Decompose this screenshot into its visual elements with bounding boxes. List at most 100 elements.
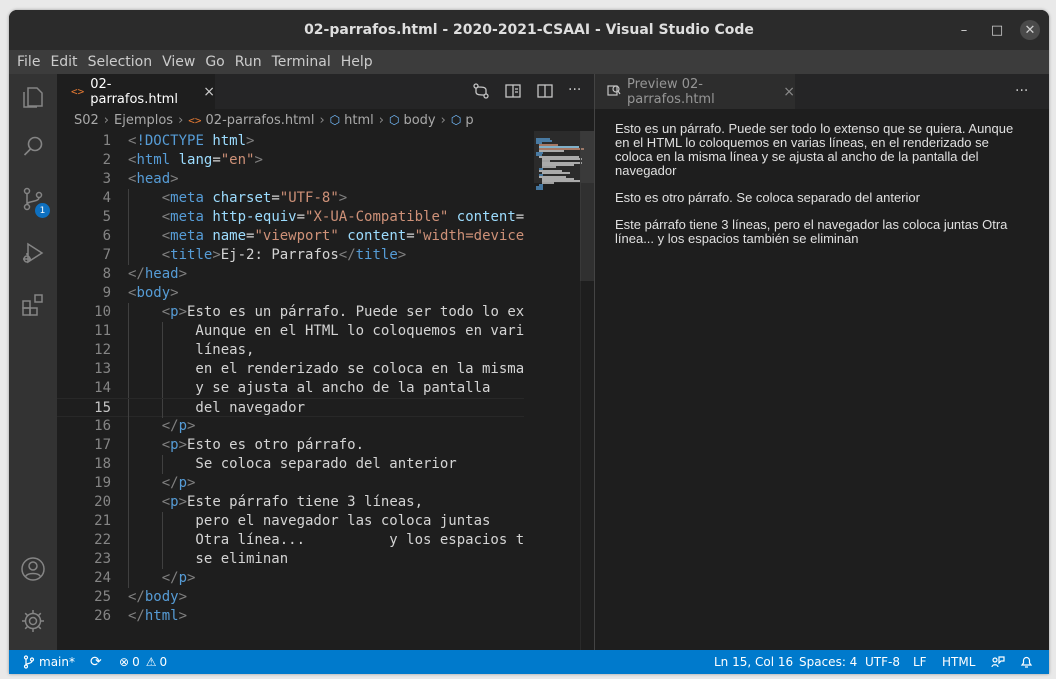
line-number: 4 (102, 190, 111, 206)
code-line[interactable]: 4 <meta charset="UTF-8"> (57, 189, 524, 208)
code-line[interactable]: 21 pero el navegador las coloca juntas (57, 512, 524, 531)
more-actions-icon[interactable]: ··· (1015, 83, 1028, 99)
close-window-button[interactable]: ✕ (1020, 20, 1040, 40)
code-text: <body> (128, 285, 179, 301)
code-line[interactable]: 14 y se ajusta al ancho de la pantalla (57, 379, 524, 398)
more-actions-icon[interactable]: ··· (568, 82, 586, 100)
line-number: 15 (94, 400, 111, 416)
editor-scrollbar-thumb[interactable] (580, 131, 594, 281)
code-text: <meta http-equiv="X-UA-Compatible" conte… (161, 209, 524, 225)
breadcrumb-p[interactable]: p (465, 113, 473, 128)
line-number: 5 (102, 209, 111, 225)
code-text: <p>Esto es otro párrafo. (161, 437, 365, 453)
open-preview-icon[interactable] (504, 82, 522, 100)
symbol-icon: ⬡ (388, 113, 400, 127)
code-line[interactable]: 16 </p> (57, 417, 524, 436)
breadcrumb-ejemplos[interactable]: Ejemplos (114, 113, 173, 128)
code-line[interactable]: 17 <p>Esto es otro párrafo. (57, 436, 524, 455)
breadcrumb-file[interactable]: 02-parrafos.html (206, 113, 315, 128)
code-text: <p>Esto es un párrafo. Puede ser todo lo… (161, 304, 524, 320)
split-editor-icon[interactable] (536, 82, 554, 100)
feedback-icon[interactable] (991, 650, 1009, 674)
line-number: 22 (94, 532, 111, 548)
line-number: 18 (94, 456, 111, 472)
code-text: </p> (161, 418, 196, 434)
code-line[interactable]: 9 <body> (57, 284, 524, 303)
tab-label: Preview 02-parrafos.html (627, 76, 715, 107)
code-line[interactable]: 10 <p>Esto es un párrafo. Puede ser todo… (57, 303, 524, 322)
code-line[interactable]: 7 <title>Ej-2: Parrafos</title> (57, 246, 524, 265)
code-line[interactable]: 25 </body> (57, 588, 524, 607)
code-line[interactable]: 15 del navegador (57, 398, 524, 418)
maximize-button[interactable]: □ (987, 20, 1007, 40)
window-title: 02-parrafos.html - 2020-2021-CSAAI - Vis… (304, 22, 754, 38)
problems-indicator[interactable]: ⊗ 0 ⚠ 0 (119, 650, 167, 674)
search-icon[interactable] (20, 134, 46, 160)
end-of-line[interactable]: LF (913, 650, 927, 674)
indentation[interactable]: Spaces: 4 (799, 650, 857, 674)
close-tab-icon[interactable]: × (203, 84, 215, 100)
menu-help[interactable]: Help (336, 54, 378, 70)
menu-view[interactable]: View (157, 54, 200, 70)
code-line[interactable]: 1 <!DOCTYPE html> (57, 132, 524, 151)
breadcrumb-body[interactable]: body (403, 113, 435, 128)
notifications-bell-icon[interactable] (1020, 650, 1037, 674)
code-line[interactable]: 18 Se coloca separado del anterior (57, 455, 524, 474)
sync-icon[interactable]: ⟳ (90, 650, 102, 674)
minimize-button[interactable]: – (954, 20, 974, 40)
code-line[interactable]: 22 Otra línea... y los espacios t (57, 531, 524, 550)
account-icon[interactable] (20, 556, 46, 582)
breadcrumb-html[interactable]: html (344, 113, 374, 128)
menu-edit[interactable]: Edit (45, 54, 82, 70)
line-number: 2 (102, 152, 111, 168)
line-number: 11 (94, 323, 111, 339)
menu-selection[interactable]: Selection (83, 54, 158, 70)
tab-preview[interactable]: Preview 02-parrafos.html × (595, 74, 795, 109)
code-line[interactable]: 11 Aunque en el HTML lo coloquemos en va… (57, 322, 524, 341)
code-line[interactable]: 19 </p> (57, 474, 524, 493)
code-text: <meta charset="UTF-8"> (161, 190, 348, 206)
menu-run[interactable]: Run (230, 54, 267, 70)
code-line[interactable]: 6 <meta name="viewport" content="width=d… (57, 227, 524, 246)
explorer-icon[interactable] (20, 84, 46, 110)
branch-indicator[interactable]: main* (23, 650, 75, 674)
code-line[interactable]: 3 <head> (57, 170, 524, 189)
warning-icon: ⚠ (145, 655, 157, 669)
code-line[interactable]: 24 </p> (57, 569, 524, 588)
line-number: 8 (102, 266, 111, 282)
code-line[interactable]: 8 </head> (57, 265, 524, 284)
language-mode[interactable]: HTML (942, 650, 975, 674)
code-line[interactable]: 12 líneas, (57, 341, 524, 360)
run-debug-icon[interactable] (20, 240, 46, 266)
code-line[interactable]: 26 </html> (57, 607, 524, 626)
code-line[interactable]: 23 se eliminan (57, 550, 524, 569)
tab-label: 02-parrafos.html (90, 76, 178, 107)
cursor-position[interactable]: Ln 15, Col 16 (714, 650, 793, 674)
branch-icon (23, 655, 35, 669)
menu-go[interactable]: Go (200, 54, 229, 70)
line-number: 10 (94, 304, 111, 320)
extensions-icon[interactable] (20, 292, 46, 318)
code-line[interactable]: 20 <p>Este párrafo tiene 3 líneas, (57, 493, 524, 512)
code-line[interactable]: 5 <meta http-equiv="X-UA-Compatible" con… (57, 208, 524, 227)
preview-paragraph: Esto es otro párrafo. Se coloca separado… (615, 190, 920, 205)
tab-02-parrafos[interactable]: <> 02-parrafos.html × (57, 74, 215, 109)
encoding[interactable]: UTF-8 (865, 650, 900, 674)
settings-gear-icon[interactable] (20, 608, 46, 634)
code-text: líneas, (128, 342, 255, 358)
branch-name: main* (39, 655, 75, 669)
code-line[interactable]: 2 <html lang="en"> (57, 151, 524, 170)
menu-terminal[interactable]: Terminal (267, 54, 336, 70)
code-line[interactable]: 13 en el renderizado se coloca en la mis… (57, 360, 524, 379)
breadcrumb-chevron-icon: › (319, 112, 325, 128)
line-number: 23 (94, 551, 111, 567)
breadcrumb-s02[interactable]: S02 (74, 113, 99, 128)
open-changes-icon[interactable] (472, 82, 490, 100)
code-text: </head> (128, 266, 188, 282)
line-number: 20 (94, 494, 111, 510)
code-editor[interactable]: 1 <!DOCTYPE html> 2 <html lang="en"> 3 <head>… (57, 131, 524, 650)
editor-tab-bar: <> 02-parrafos.html × ··· (57, 74, 594, 109)
close-tab-icon[interactable]: × (783, 84, 795, 100)
menu-file[interactable]: File (12, 54, 45, 70)
symbol-icon: ⬡ (329, 113, 341, 127)
